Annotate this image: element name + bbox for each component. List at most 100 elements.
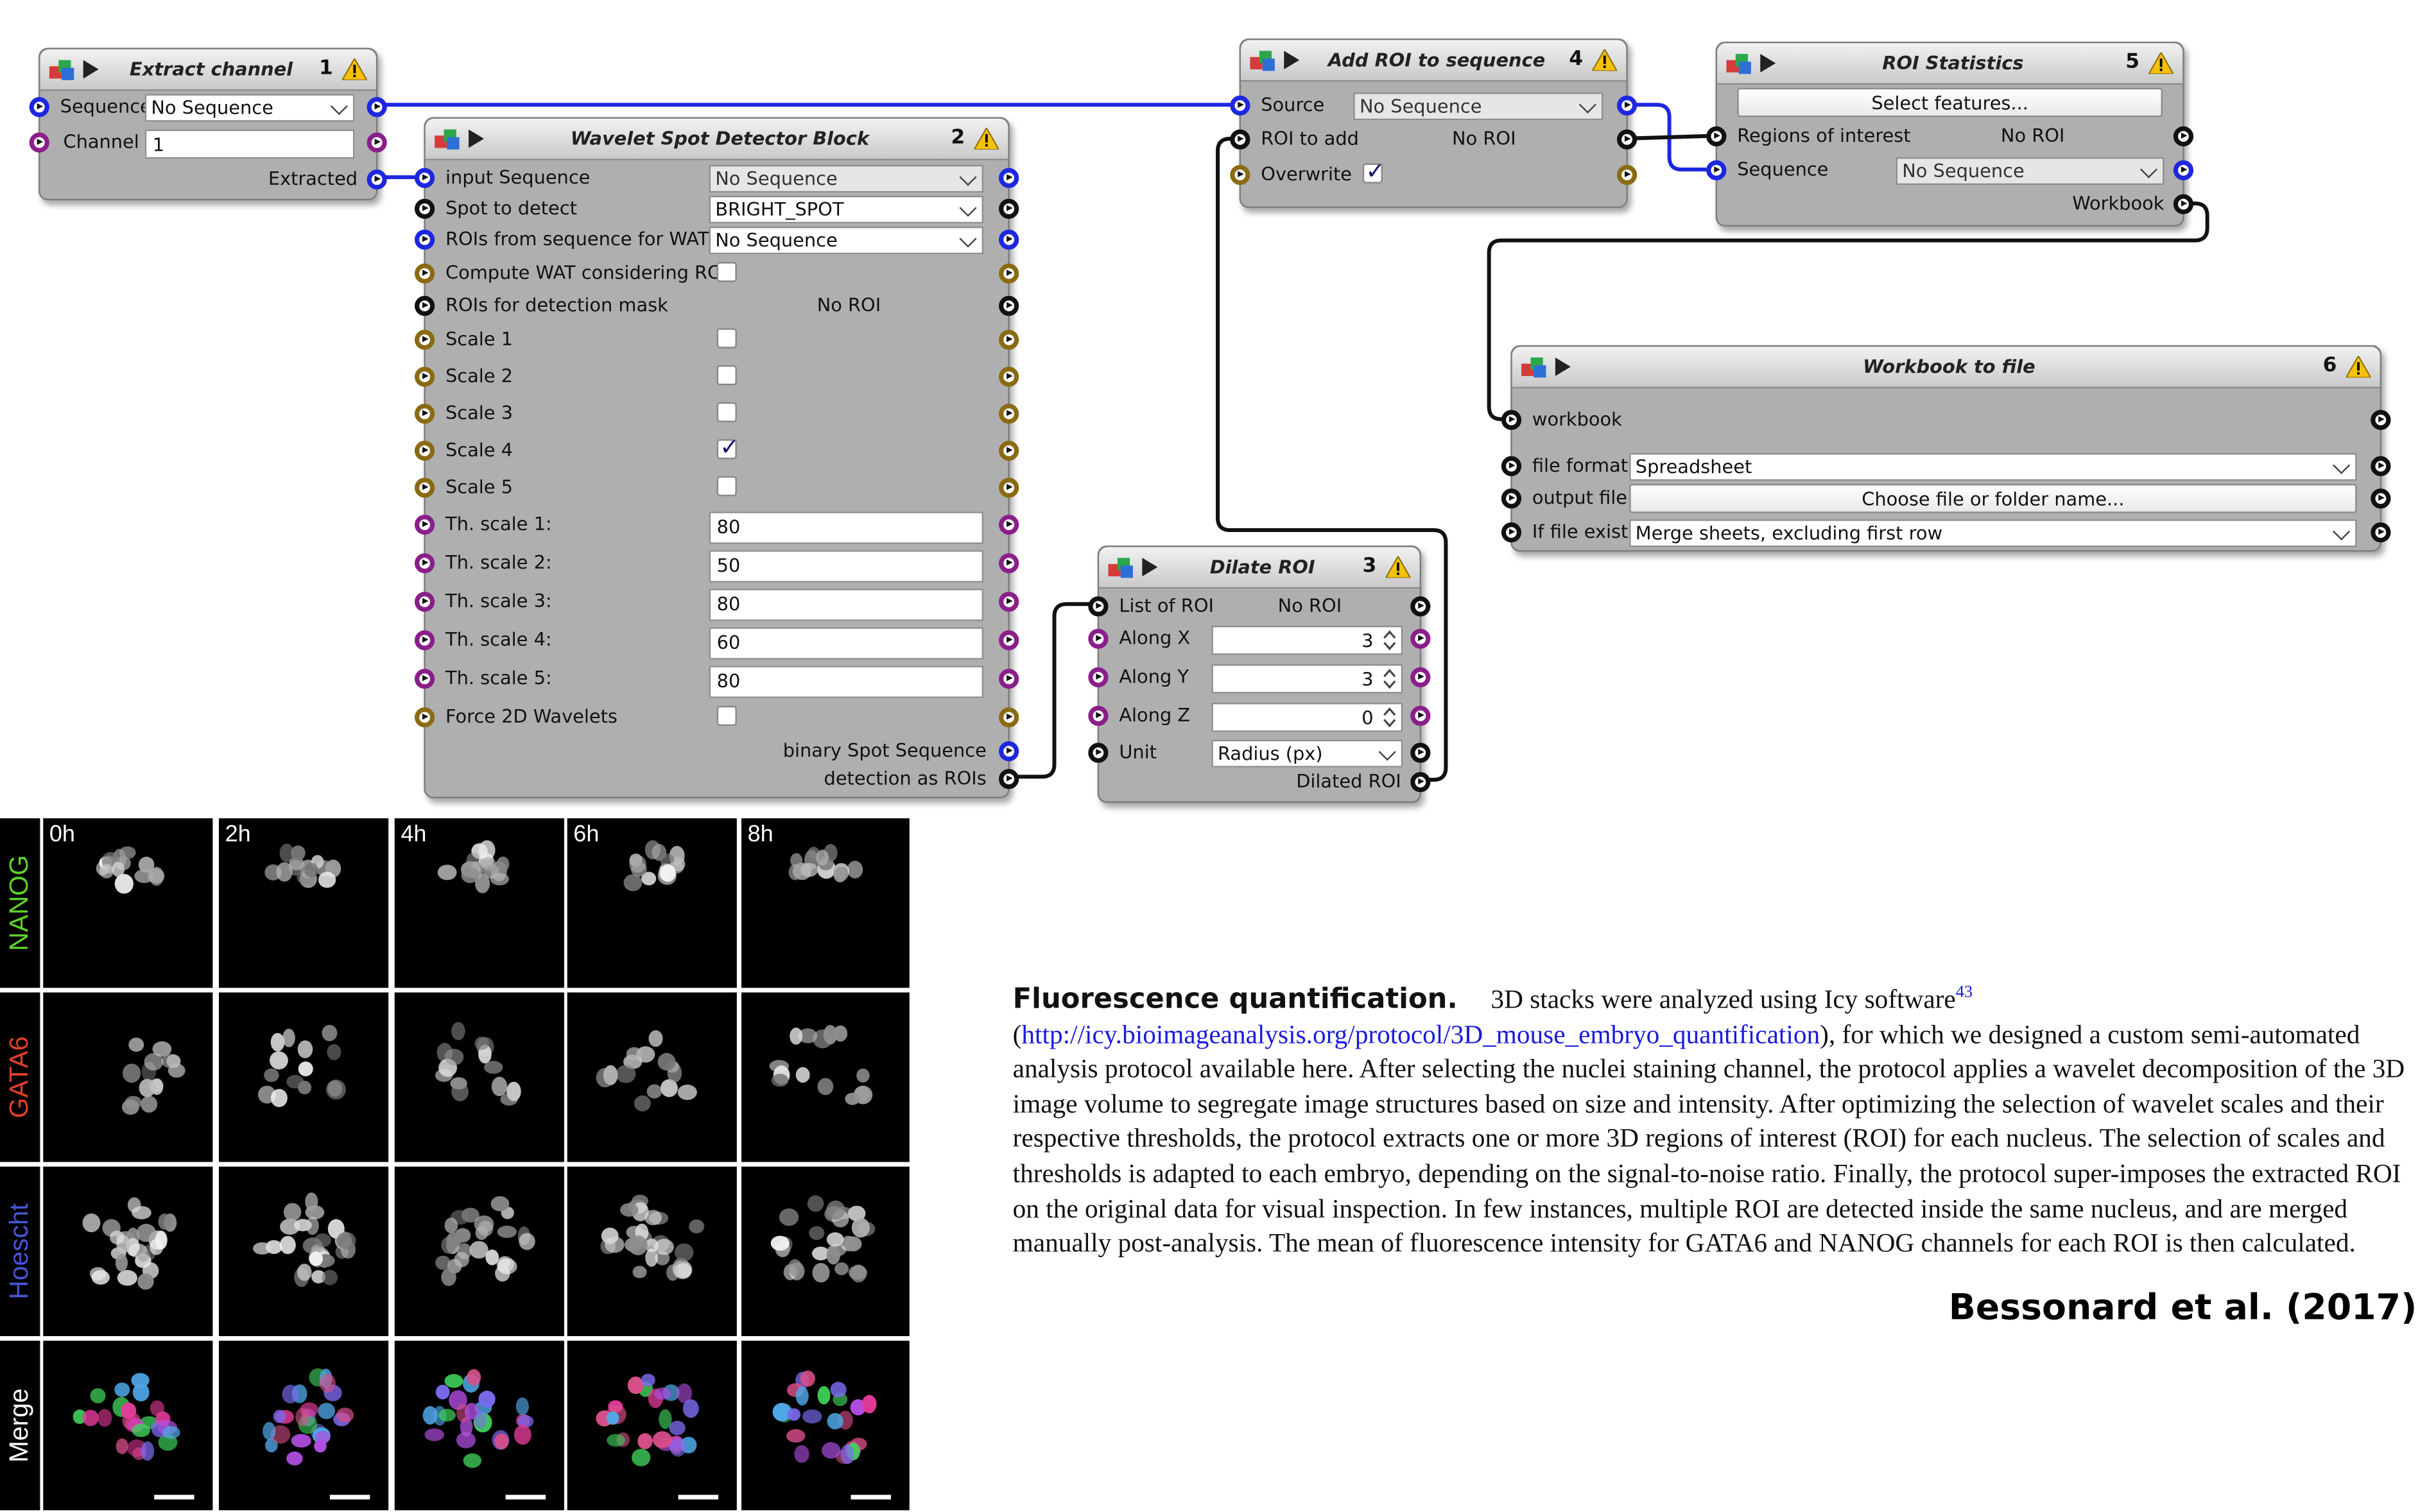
scale-1-checkbox[interactable] [716,328,737,348]
list-of-roi-output-port[interactable] [1410,596,1431,617]
force-2d-input-port[interactable] [414,707,435,728]
channel-input-port[interactable] [29,132,49,153]
play-icon[interactable] [1555,357,1571,376]
file-format-select[interactable]: Spreadsheet [1629,452,2357,481]
list-of-roi-input-port[interactable] [1088,596,1109,617]
spot-to-detect-input-port[interactable] [414,198,435,219]
th-scale-1-input-port[interactable] [414,515,435,535]
scale-2-input-port[interactable] [414,366,435,387]
workbook-to-file-block[interactable]: Workbook to file 6 workbook file format … [1501,345,2391,552]
block-header[interactable]: Dilate ROI 3 [1099,547,1420,589]
regions-input-port[interactable] [1706,126,1727,147]
along-z-output-port[interactable] [1410,705,1431,726]
overwrite-checkbox[interactable]: ✓ [1362,157,1385,185]
th-scale-3-input-port[interactable] [414,592,435,612]
scale-3-input-port[interactable] [414,404,435,424]
file-format-input-port[interactable] [1501,456,1522,477]
rois-from-sequence-select[interactable]: No Sequence [709,226,984,255]
stats-sequence-select[interactable]: No Sequence [1896,157,2165,185]
scale-4-input-port[interactable] [414,440,435,461]
block-header[interactable]: Wavelet Spot Detector Block 2 [425,118,1008,160]
dilated-roi-output-port[interactable] [1410,772,1431,793]
th-scale-4-field[interactable]: 60 [709,627,984,660]
source-select[interactable]: No Sequence [1353,92,1603,121]
output-file-output-port[interactable] [2371,488,2391,509]
force-2d-output-port[interactable] [999,707,1019,728]
stats-sequence-input-port[interactable] [1706,160,1727,180]
stats-sequence-output-port[interactable] [2173,160,2194,180]
compute-wat-checkbox[interactable] [716,262,737,282]
rois-mask-input-port[interactable] [414,296,435,316]
block-header[interactable]: Workbook to file 6 [1512,347,2380,389]
overwrite-input-port[interactable] [1230,164,1250,185]
th-scale-2-output-port[interactable] [999,553,1019,574]
spinner-arrows-icon[interactable] [1383,629,1397,652]
scale-1-input-port[interactable] [414,329,435,350]
dilate-roi-block[interactable]: Dilate ROI 3 List of ROI No ROI Along X … [1088,546,1431,803]
wavelet-spot-detector-block[interactable]: Wavelet Spot Detector Block 2 input Sequ… [414,117,1019,798]
if-exists-input-port[interactable] [1501,522,1522,543]
source-output-port[interactable] [1616,95,1638,116]
block-header[interactable]: Extract channel 1 [40,49,376,91]
if-exists-output-port[interactable] [2371,522,2391,543]
output-file-input-port[interactable] [1501,488,1522,509]
scale-3-checkbox[interactable] [716,402,737,422]
play-icon[interactable] [1760,54,1776,73]
input-sequence-input-port[interactable] [414,168,435,188]
scale-1-output-port[interactable] [999,329,1019,350]
file-format-output-port[interactable] [2371,456,2391,477]
spinner-arrows-icon[interactable] [1383,706,1397,729]
along-z-input-port[interactable] [1088,705,1109,726]
scale-2-checkbox[interactable] [716,365,737,386]
block-header[interactable]: Add ROI to sequence 4 [1241,40,1627,82]
force-2d-checkbox[interactable] [716,705,737,726]
th-scale-3-output-port[interactable] [999,592,1019,612]
th-scale-4-output-port[interactable] [999,630,1019,651]
th-scale-3-field[interactable]: 80 [709,588,984,621]
along-y-input-port[interactable] [1088,667,1109,687]
spot-to-detect-select[interactable]: BRIGHT_SPOT [709,195,984,224]
workbook-output-port[interactable] [2173,194,2194,214]
th-scale-5-input-port[interactable] [414,669,435,689]
binary-spot-output-port[interactable] [999,741,1019,762]
th-scale-2-input-port[interactable] [414,553,435,574]
roi-statistics-block[interactable]: ROI Statistics 5 Select features... Regi… [1706,41,2194,227]
choose-file-button[interactable]: Choose file or folder name... [1629,484,2357,513]
compute-wat-output-port[interactable] [999,263,1019,284]
roi-to-add-input-port[interactable] [1230,129,1250,150]
scale-2-output-port[interactable] [999,366,1019,387]
reference-superscript[interactable]: 43 [1956,983,1973,1002]
channel-field[interactable]: 1 [144,129,355,159]
along-y-output-port[interactable] [1410,667,1431,687]
overwrite-output-port[interactable] [1616,164,1638,185]
rois-from-sequence-input-port[interactable] [414,229,435,250]
sequence-output-port[interactable] [367,97,387,117]
rois-mask-output-port[interactable] [999,296,1019,316]
spinner-arrows-icon[interactable] [1383,667,1397,691]
along-x-input-port[interactable] [1088,628,1109,649]
block-header[interactable]: ROI Statistics 5 [1717,43,2183,85]
compute-wat-input-port[interactable] [414,263,435,284]
if-exists-select[interactable]: Merge sheets, excluding first row [1629,519,2357,547]
spot-to-detect-output-port[interactable] [999,198,1019,219]
roi-to-add-output-port[interactable] [1616,129,1638,150]
scale-5-checkbox[interactable] [716,476,737,497]
th-scale-5-field[interactable]: 80 [709,666,984,698]
detection-rois-output-port[interactable] [999,769,1019,789]
play-icon[interactable] [1284,51,1300,70]
unit-input-port[interactable] [1088,743,1109,763]
scale-4-checkbox[interactable]: ✓ [716,433,739,461]
th-scale-1-output-port[interactable] [999,515,1019,535]
th-scale-2-field[interactable]: 50 [709,550,984,583]
along-y-spinner[interactable]: 3 [1211,664,1403,694]
unit-select[interactable]: Radius (px) [1211,739,1403,768]
input-sequence-output-port[interactable] [999,168,1019,188]
th-scale-4-input-port[interactable] [414,630,435,651]
regions-output-port[interactable] [2173,126,2194,147]
play-icon[interactable] [83,60,99,79]
extracted-output-port[interactable] [367,169,387,190]
along-x-spinner[interactable]: 3 [1211,625,1403,655]
protocol-link[interactable]: http://icy.bioimageanalysis.org/protocol… [1021,1020,1820,1049]
scale-3-output-port[interactable] [999,404,1019,424]
along-z-spinner[interactable]: 0 [1211,702,1403,732]
